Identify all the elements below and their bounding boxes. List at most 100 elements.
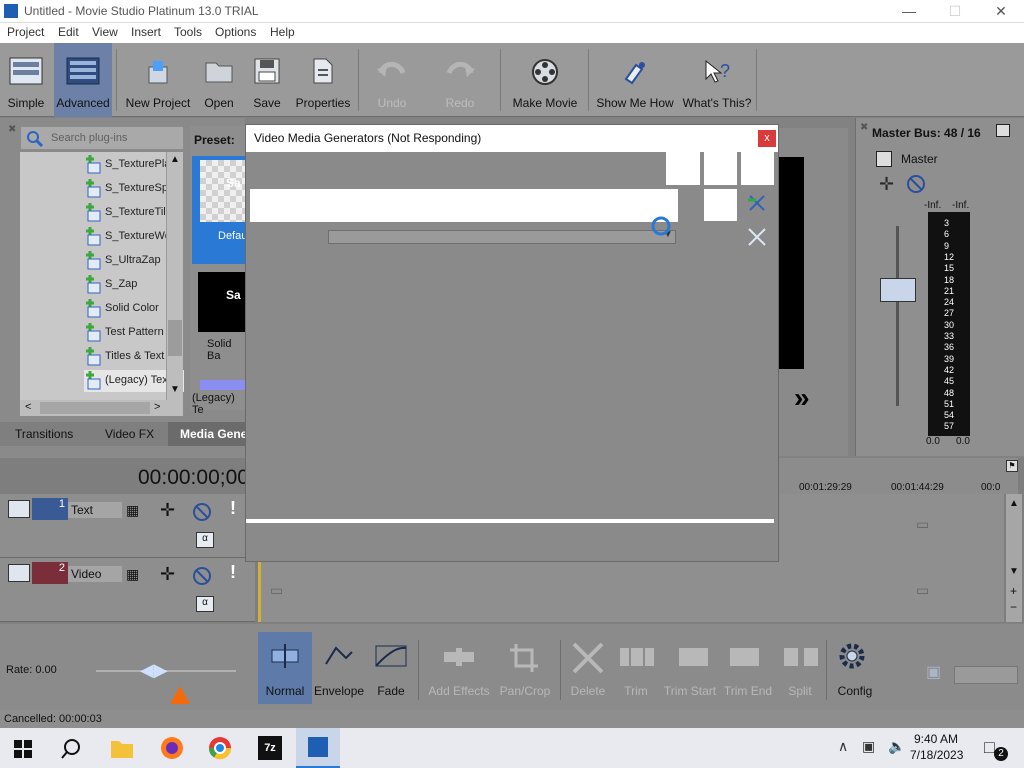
next-frame-icon[interactable]: » bbox=[794, 382, 810, 414]
simple-button[interactable]: Simple bbox=[4, 43, 48, 117]
tab-transitions[interactable]: Transitions bbox=[15, 427, 73, 441]
track-solo-icon[interactable]: ! bbox=[230, 498, 236, 519]
clock-date[interactable]: 7/18/2023 bbox=[910, 748, 963, 762]
track-compositing-icon[interactable]: α bbox=[196, 532, 214, 548]
dialog-toolbar-box-1[interactable] bbox=[666, 152, 700, 185]
redo-button[interactable]: Redo bbox=[432, 43, 488, 117]
tab-media-generators[interactable]: Media Gene bbox=[168, 422, 245, 446]
save-button[interactable]: Save bbox=[246, 43, 288, 117]
zoom-in-icon[interactable]: + bbox=[1010, 584, 1017, 598]
menu-options[interactable]: Options bbox=[215, 25, 256, 39]
dialog-close-button[interactable]: x bbox=[758, 130, 776, 147]
dialog-dropdown[interactable]: ▼ bbox=[328, 229, 676, 244]
menu-view[interactable]: View bbox=[92, 25, 118, 39]
advanced-button[interactable]: Advanced bbox=[54, 43, 112, 117]
track-solo-icon-2[interactable]: ! bbox=[230, 562, 236, 583]
undo-button[interactable]: Undo bbox=[364, 43, 420, 117]
track-fx-icon-2[interactable]: ▦ bbox=[126, 566, 139, 583]
delete-preset-icon[interactable] bbox=[746, 192, 768, 214]
file-explorer-icon[interactable] bbox=[110, 737, 134, 759]
menu-project[interactable]: Project bbox=[7, 25, 44, 39]
scroll-right-icon[interactable]: > bbox=[154, 401, 160, 413]
config-button[interactable]: Config bbox=[830, 632, 880, 704]
panel-drag-handle-master[interactable]: ✖ bbox=[860, 122, 868, 133]
notifications-button[interactable]: □ 2 bbox=[984, 737, 1008, 761]
network-icon[interactable]: ▣ bbox=[862, 738, 875, 755]
whats-this-button[interactable]: ? What's This? bbox=[682, 43, 752, 117]
master-fx-icon[interactable] bbox=[876, 151, 892, 167]
bus-properties-icon[interactable] bbox=[996, 124, 1010, 137]
track-motion-icon-2[interactable]: ✛ bbox=[160, 564, 175, 585]
pan-crop-button[interactable]: Pan/Crop bbox=[496, 632, 554, 704]
dialog-box-4[interactable] bbox=[704, 189, 737, 221]
zoom-out-icon[interactable]: − bbox=[1010, 600, 1017, 614]
horizontal-scroll-thumb[interactable] bbox=[40, 402, 150, 414]
movie-studio-taskbar-button[interactable] bbox=[296, 728, 340, 768]
close-button[interactable]: ✕ bbox=[978, 0, 1024, 23]
normal-edit-button[interactable]: Normal bbox=[258, 632, 312, 704]
dialog-preset-field[interactable] bbox=[250, 189, 678, 222]
track-mute-icon-2[interactable] bbox=[192, 566, 212, 586]
make-movie-button[interactable]: Make Movie bbox=[506, 43, 584, 117]
tl-scroll-up-icon[interactable]: ▲ bbox=[1009, 498, 1019, 509]
firefox-icon[interactable] bbox=[160, 736, 184, 760]
minimize-button[interactable]: — bbox=[886, 0, 932, 23]
scroll-down-icon[interactable]: ▼ bbox=[170, 384, 180, 395]
master-mute-icon[interactable] bbox=[906, 174, 926, 194]
menu-tools[interactable]: Tools bbox=[174, 25, 202, 39]
preset-legacy-thumb[interactable] bbox=[200, 380, 245, 390]
dialog-toolbar-box-3[interactable] bbox=[741, 152, 774, 185]
properties-button[interactable]: Properties bbox=[292, 43, 354, 117]
rate-slider-handle[interactable]: ◀▶ bbox=[140, 660, 168, 681]
open-button[interactable]: Open bbox=[198, 43, 240, 117]
chevron-up-icon[interactable]: ∧ bbox=[838, 738, 848, 755]
plugin-tree-vertical-scrollbar[interactable]: ▲ ▼ bbox=[166, 152, 183, 400]
tl-scroll-down-icon[interactable]: ▼ bbox=[1009, 566, 1019, 577]
track-expand-icon-2[interactable] bbox=[8, 564, 30, 582]
track-motion-icon[interactable]: ✛ bbox=[160, 500, 175, 521]
zoom-field[interactable] bbox=[954, 666, 1018, 684]
windows-start-icon[interactable] bbox=[14, 740, 32, 758]
marker-flag-icon[interactable]: ⚑ bbox=[1006, 460, 1018, 472]
track-expand-icon[interactable] bbox=[8, 500, 30, 518]
dialog-toolbar-box-2[interactable] bbox=[704, 152, 737, 185]
snapshot-icon[interactable]: ▣ bbox=[926, 662, 941, 682]
clock-time[interactable]: 9:40 AM bbox=[914, 732, 958, 746]
scroll-left-icon[interactable]: < bbox=[25, 401, 31, 413]
volume-muted-icon[interactable]: 🔈 bbox=[888, 738, 905, 755]
menu-insert[interactable]: Insert bbox=[131, 25, 161, 39]
delete-button[interactable]: Delete bbox=[566, 632, 610, 704]
split-button[interactable]: Split bbox=[778, 632, 822, 704]
master-pan-icon[interactable]: ✛ bbox=[879, 174, 894, 195]
timeline-vertical-scrollbar[interactable]: ▲ ▼ + − bbox=[1006, 494, 1022, 622]
search-taskbar-icon[interactable] bbox=[60, 738, 82, 760]
chrome-icon[interactable] bbox=[208, 736, 232, 760]
scroll-up-icon[interactable]: ▲ bbox=[170, 154, 180, 165]
track-name-text[interactable]: Text bbox=[68, 502, 122, 518]
preset-default-thumb[interactable]: Sa Defau bbox=[192, 156, 247, 264]
track-header-video[interactable]: 2 Video ▦ ✛ ! α bbox=[0, 558, 255, 622]
envelope-edit-button[interactable]: Envelope bbox=[314, 632, 364, 704]
new-project-button[interactable]: New Project bbox=[122, 43, 194, 117]
panel-drag-handle[interactable]: ✖ bbox=[8, 124, 16, 135]
master-fader-handle[interactable] bbox=[880, 278, 916, 302]
track-name-video[interactable]: Video bbox=[68, 566, 122, 582]
menu-help[interactable]: Help bbox=[270, 25, 295, 39]
add-effects-button[interactable]: Add Effects bbox=[424, 632, 494, 704]
7zip-icon[interactable]: 7z bbox=[258, 736, 282, 760]
track-header-text[interactable]: 1 Text ▦ ✛ ! α bbox=[0, 494, 255, 558]
track-mute-icon[interactable] bbox=[192, 502, 212, 522]
track-fx-icon[interactable]: ▦ bbox=[126, 502, 139, 519]
maximize-button[interactable]: ☐ bbox=[932, 0, 978, 23]
fade-edit-button[interactable]: Fade bbox=[368, 632, 414, 704]
menu-edit[interactable]: Edit bbox=[58, 25, 79, 39]
trim-start-button[interactable]: Trim Start bbox=[662, 632, 718, 704]
close-x-icon[interactable] bbox=[746, 226, 768, 248]
trim-end-button[interactable]: Trim End bbox=[722, 632, 774, 704]
plugin-tree-horizontal-scrollbar[interactable]: < > bbox=[20, 400, 183, 416]
show-me-how-button[interactable]: Show Me How bbox=[594, 43, 676, 117]
track-compositing-icon-2[interactable]: α bbox=[196, 596, 214, 612]
tab-video-fx[interactable]: Video FX bbox=[105, 427, 154, 441]
preset-solid-thumb[interactable]: Sa bbox=[198, 272, 245, 332]
trim-button[interactable]: Trim bbox=[614, 632, 658, 704]
